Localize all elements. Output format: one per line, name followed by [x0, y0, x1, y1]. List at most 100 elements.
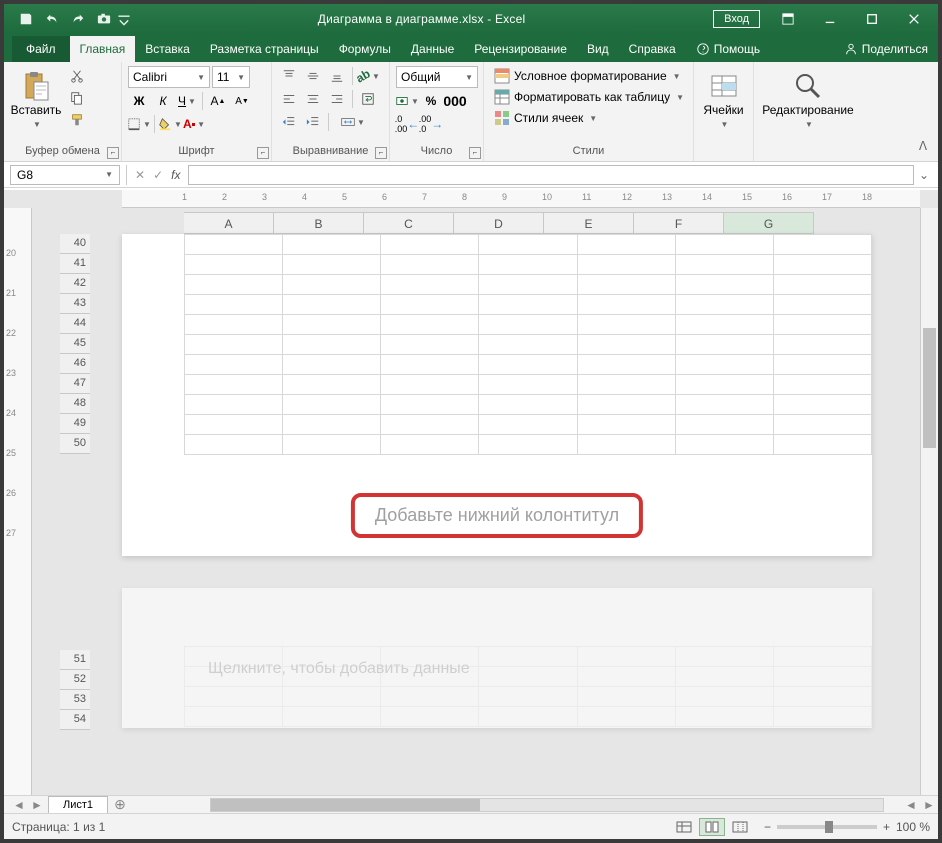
zoom-level[interactable]: 100 % [896, 820, 930, 834]
increase-indent-icon[interactable] [302, 112, 324, 132]
paste-button[interactable]: Вставить▼ [10, 66, 62, 134]
page-break-view-icon[interactable] [727, 818, 753, 836]
tell-me[interactable]: Помощь [686, 36, 770, 62]
hscroll-left-icon[interactable]: ◄ [902, 797, 920, 813]
spreadsheet-grid[interactable] [184, 234, 872, 455]
row-header-50[interactable]: 50 [60, 434, 90, 454]
vertical-scrollbar[interactable] [920, 208, 938, 795]
number-dialog-launcher[interactable]: ⌐ [469, 147, 481, 159]
tab-formulas[interactable]: Формулы [329, 36, 401, 62]
row-header-44[interactable]: 44 [60, 314, 90, 334]
increase-decimal-icon[interactable]: .0.00← [396, 114, 418, 134]
align-bottom-icon[interactable] [326, 66, 348, 86]
cut-icon[interactable] [66, 66, 88, 86]
currency-icon[interactable]: ▼ [396, 91, 418, 111]
row-header-54[interactable]: 54 [60, 710, 90, 730]
merge-center-icon[interactable]: ▼ [333, 112, 373, 132]
italic-button[interactable]: К [152, 91, 174, 111]
row-headers-2[interactable]: 51525354 [60, 650, 90, 730]
row-header-42[interactable]: 42 [60, 274, 90, 294]
horizontal-scrollbar[interactable] [210, 798, 884, 812]
row-header-51[interactable]: 51 [60, 650, 90, 670]
font-name-select[interactable]: Calibri▼ [128, 66, 210, 88]
ribbon-options-icon[interactable] [768, 5, 808, 33]
editing-button[interactable]: Редактирование▼ [760, 66, 856, 134]
decrease-indent-icon[interactable] [278, 112, 300, 132]
comma-icon[interactable]: 000 [444, 91, 466, 111]
camera-icon[interactable] [92, 8, 116, 30]
hscroll-right-icon[interactable]: ► [920, 797, 938, 813]
tab-page-layout[interactable]: Разметка страницы [200, 36, 329, 62]
cells-button[interactable]: Ячейки▼ [700, 66, 747, 134]
fx-icon[interactable]: fx [171, 168, 180, 182]
underline-button[interactable]: Ч▼ [176, 91, 198, 111]
align-center-icon[interactable] [302, 89, 324, 109]
decrease-decimal-icon[interactable]: .00.0→ [420, 114, 442, 134]
column-headers[interactable]: ABCDEFG [184, 212, 814, 234]
qat-dropdown-icon[interactable] [118, 8, 130, 30]
share-button[interactable]: Поделиться [834, 36, 938, 62]
bold-button[interactable]: Ж [128, 91, 150, 111]
font-color-icon[interactable]: A▼ [183, 114, 205, 134]
percent-icon[interactable]: % [420, 91, 442, 111]
grow-font-icon[interactable]: A▲ [207, 91, 229, 111]
column-header-F[interactable]: F [634, 212, 724, 234]
shrink-font-icon[interactable]: A▼ [231, 91, 253, 111]
column-header-D[interactable]: D [454, 212, 544, 234]
orientation-icon[interactable]: ab▼ [357, 66, 379, 86]
row-header-46[interactable]: 46 [60, 354, 90, 374]
expand-formula-bar-icon[interactable]: ⌄ [916, 168, 932, 182]
row-headers[interactable]: 4041424344454647484950 [60, 234, 90, 454]
minimize-icon[interactable] [810, 5, 850, 33]
login-button[interactable]: Вход [713, 10, 760, 28]
cancel-formula-icon[interactable]: ✕ [135, 168, 145, 182]
page-layout-view-icon[interactable] [699, 818, 725, 836]
number-format-select[interactable]: Общий▼ [396, 66, 478, 88]
row-header-49[interactable]: 49 [60, 414, 90, 434]
row-header-43[interactable]: 43 [60, 294, 90, 314]
tab-review[interactable]: Рецензирование [464, 36, 577, 62]
conditional-formatting-button[interactable]: Условное форматирование▼ [490, 66, 685, 86]
formula-bar[interactable] [188, 165, 914, 185]
tab-insert[interactable]: Вставка [135, 36, 200, 62]
align-left-icon[interactable] [278, 89, 300, 109]
normal-view-icon[interactable] [671, 818, 697, 836]
tab-nav-next-icon[interactable]: ► [28, 797, 46, 813]
format-painter-icon[interactable] [66, 110, 88, 130]
row-header-52[interactable]: 52 [60, 670, 90, 690]
format-as-table-button[interactable]: Форматировать как таблицу▼ [490, 87, 688, 107]
add-sheet-icon[interactable]: ⊕ [110, 796, 130, 813]
column-header-G[interactable]: G [724, 212, 814, 234]
row-header-41[interactable]: 41 [60, 254, 90, 274]
row-header-48[interactable]: 48 [60, 394, 90, 414]
font-dialog-launcher[interactable]: ⌐ [257, 147, 269, 159]
cell-styles-button[interactable]: Стили ячеек▼ [490, 108, 601, 128]
name-box[interactable]: G8▼ [10, 165, 120, 185]
fill-color-icon[interactable]: ▼ [159, 114, 181, 134]
zoom-control[interactable]: − + 100 % [764, 820, 930, 834]
clipboard-dialog-launcher[interactable]: ⌐ [107, 147, 119, 159]
sheet-tab-1[interactable]: Лист1 [48, 796, 108, 813]
collapse-ribbon-icon[interactable]: ᐱ [914, 137, 932, 155]
tab-nav-prev-icon[interactable]: ◄ [10, 797, 28, 813]
column-header-B[interactable]: B [274, 212, 364, 234]
enter-formula-icon[interactable]: ✓ [153, 168, 163, 182]
save-icon[interactable] [14, 8, 38, 30]
column-header-A[interactable]: A [184, 212, 274, 234]
row-header-53[interactable]: 53 [60, 690, 90, 710]
row-header-47[interactable]: 47 [60, 374, 90, 394]
add-data-placeholder[interactable]: Щелкните, чтобы добавить данные [194, 650, 484, 688]
copy-icon[interactable] [66, 88, 88, 108]
align-top-icon[interactable] [278, 66, 300, 86]
align-right-icon[interactable] [326, 89, 348, 109]
tab-view[interactable]: Вид [577, 36, 619, 62]
row-header-45[interactable]: 45 [60, 334, 90, 354]
vertical-ruler[interactable]: 2021222324252627 [4, 208, 32, 795]
align-middle-icon[interactable] [302, 66, 324, 86]
row-header-40[interactable]: 40 [60, 234, 90, 254]
tab-help[interactable]: Справка [619, 36, 686, 62]
wrap-text-icon[interactable] [357, 89, 379, 109]
close-icon[interactable] [894, 5, 934, 33]
maximize-icon[interactable] [852, 5, 892, 33]
undo-icon[interactable] [40, 8, 64, 30]
